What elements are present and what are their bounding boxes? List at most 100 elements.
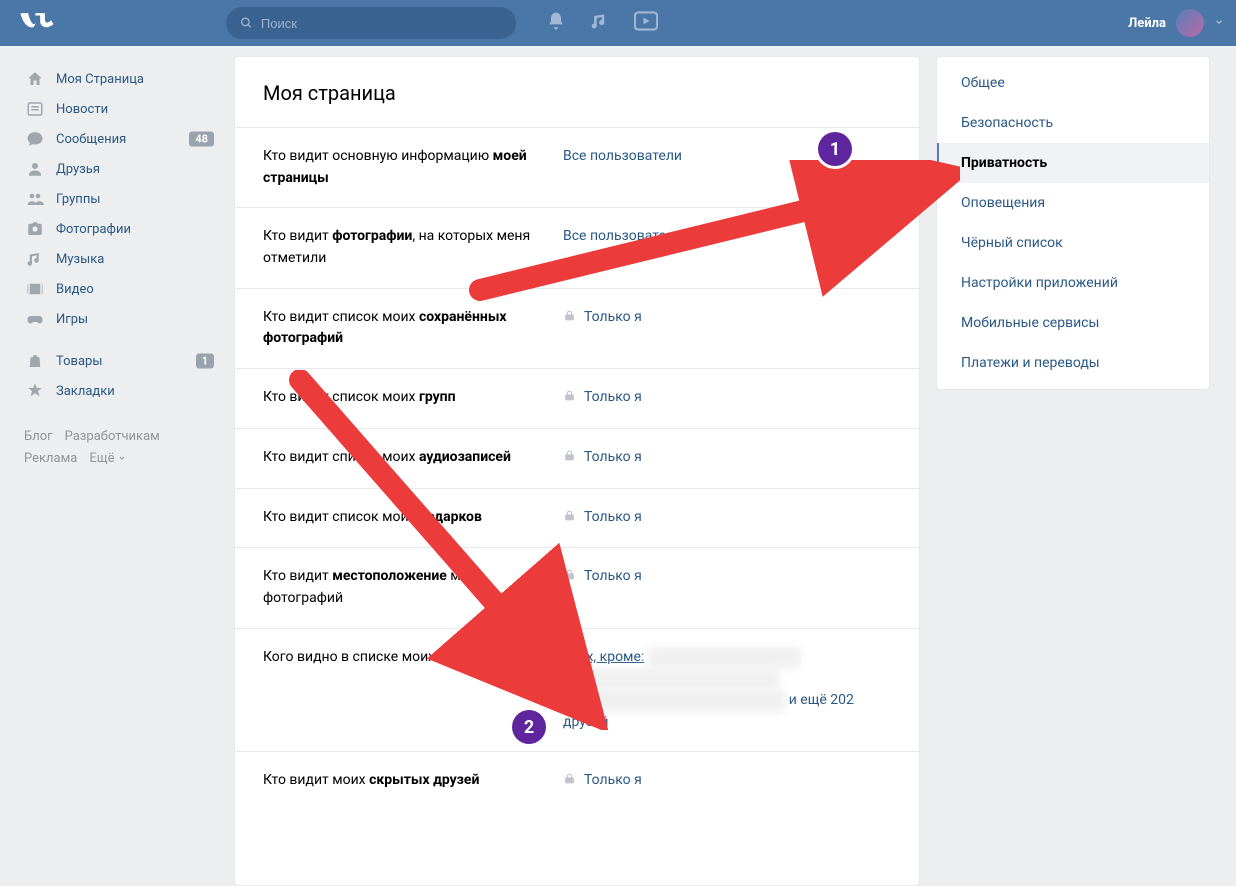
footer-blog[interactable]: Блог xyxy=(24,429,53,444)
privacy-value[interactable]: Только я xyxy=(563,770,891,793)
bookmarks-icon xyxy=(24,380,46,402)
privacy-value-text: Только я xyxy=(584,307,642,329)
vk-logo[interactable] xyxy=(18,10,56,36)
video-icon xyxy=(24,278,46,300)
lock-icon xyxy=(563,508,576,530)
footer-dev[interactable]: Разработчикам xyxy=(65,429,160,444)
settings-tab-2[interactable]: Приватность xyxy=(937,143,1209,183)
privacy-value-text: Только я xyxy=(584,387,642,409)
privacy-value[interactable]: Все пользователи xyxy=(563,146,891,168)
nav-badge: 48 xyxy=(189,132,214,147)
privacy-label: Кто видит моих скрытых друзей xyxy=(263,770,563,792)
settings-tab-6[interactable]: Мобильные сервисы xyxy=(937,303,1209,343)
search-input[interactable] xyxy=(261,16,502,31)
avatar xyxy=(1176,9,1204,37)
left-nav: Моя Страница Новости Сообщения 48 Друзья… xyxy=(18,56,218,470)
nav-home[interactable]: Моя Страница xyxy=(18,64,218,94)
goods-icon xyxy=(24,350,46,372)
privacy-label: Кого видно в списке моих друзей и подпис… xyxy=(263,647,563,669)
privacy-row-friends: Кого видно в списке моих друзей и подпис… xyxy=(235,629,919,753)
search-icon xyxy=(240,16,253,30)
news-icon xyxy=(24,98,46,120)
redacted-names: xxxxxxxxxxxxxxxxxxxxxxxxxxxxxxxx xyxy=(563,690,785,712)
nav-label: Друзья xyxy=(56,162,100,177)
nav-music[interactable]: Музыка xyxy=(18,244,218,274)
privacy-row: Кто видит список моих групп Только я xyxy=(235,369,919,429)
privacy-row: Кто видит фотографии, на которых меня от… xyxy=(235,208,919,288)
footer-links: Блог Разработчикам Реклама Ещё xyxy=(18,426,218,470)
messages-icon xyxy=(24,128,46,150)
privacy-value[interactable]: Только я xyxy=(563,307,891,330)
privacy-value[interactable]: Только я xyxy=(563,566,891,589)
privacy-label: Кто видит список моих сохранённых фотогр… xyxy=(263,307,563,350)
settings-tab-0[interactable]: Общее xyxy=(937,63,1209,103)
search-box[interactable] xyxy=(226,7,516,39)
privacy-value-text: Все пользователи xyxy=(563,226,682,248)
nav-label: Моя Страница xyxy=(56,72,144,87)
privacy-row-hidden: Кто видит моих скрытых друзей Только я xyxy=(235,752,919,811)
settings-tab-7[interactable]: Платежи и переводы xyxy=(937,343,1209,383)
notifications-icon[interactable] xyxy=(546,11,566,35)
nav-label: Группы xyxy=(56,192,100,207)
footer-more[interactable]: Ещё xyxy=(89,451,125,466)
privacy-row: Кто видит список моих сохранённых фотогр… xyxy=(235,289,919,369)
groups-icon xyxy=(24,188,46,210)
photos-icon xyxy=(24,218,46,240)
privacy-label: Кто видит список моих групп xyxy=(263,387,563,409)
privacy-value-prefix: Всех, кроме: xyxy=(563,649,644,665)
lock-icon xyxy=(563,567,576,589)
nav-label: Видео xyxy=(56,282,94,297)
lock-icon xyxy=(563,771,576,793)
settings-content: Моя страница Кто видит основную информац… xyxy=(234,56,920,886)
privacy-value[interactable]: Всех, кроме: xxxxxxx xxxxxxx xxxxxxx Брю… xyxy=(563,647,891,734)
privacy-value-text: Только я xyxy=(584,770,642,792)
music-icon xyxy=(24,248,46,270)
friends-icon xyxy=(24,158,46,180)
nav-news[interactable]: Новости xyxy=(18,94,218,124)
footer-ads[interactable]: Реклама xyxy=(24,451,77,466)
nav-video[interactable]: Видео xyxy=(18,274,218,304)
privacy-value-text: Все пользователи xyxy=(563,146,682,168)
privacy-value[interactable]: Только я xyxy=(563,447,891,470)
username: Лейла xyxy=(1128,16,1166,31)
topbar: Лейла xyxy=(0,0,1236,46)
nav-label: Фотографии xyxy=(56,222,131,237)
nav-label: Новости xyxy=(56,102,108,117)
nav-bookmarks[interactable]: Закладки xyxy=(18,376,218,406)
settings-tab-4[interactable]: Чёрный список xyxy=(937,223,1209,263)
privacy-value-text: Только я xyxy=(584,566,642,588)
settings-tab-5[interactable]: Настройки приложений xyxy=(937,263,1209,303)
music-icon[interactable] xyxy=(590,11,610,35)
privacy-label: Кто видит фотографии, на которых меня от… xyxy=(263,226,563,269)
nav-label: Сообщения xyxy=(56,132,126,147)
nav-goods[interactable]: Товары 1 xyxy=(18,346,218,376)
redacted-names: Брюхова, Мxxxxxxxxxxxxxxxxxxxx xyxy=(563,668,779,690)
nav-games[interactable]: Игры xyxy=(18,304,218,334)
settings-tab-1[interactable]: Безопасность xyxy=(937,103,1209,143)
privacy-label: Кто видит местоположение моих фотографий xyxy=(263,566,563,609)
chevron-down-icon xyxy=(1214,16,1224,31)
privacy-value[interactable]: Все пользователи xyxy=(563,226,891,248)
lock-icon xyxy=(563,308,576,330)
privacy-label: Кто видит список моих аудиозаписей xyxy=(263,447,563,469)
nav-messages[interactable]: Сообщения 48 xyxy=(18,124,218,154)
redacted-names: xxxxxxx xxxxxxx xxxxxxx xyxy=(648,647,801,669)
games-icon xyxy=(24,308,46,330)
settings-tab-3[interactable]: Оповещения xyxy=(937,183,1209,223)
lock-icon xyxy=(563,388,576,410)
video-icon[interactable] xyxy=(634,11,658,35)
privacy-row: Кто видит местоположение моих фотографий… xyxy=(235,548,919,628)
nav-label: Музыка xyxy=(56,252,104,267)
privacy-label: Кто видит основную информацию моей стран… xyxy=(263,146,563,189)
user-menu[interactable]: Лейла xyxy=(1128,9,1224,37)
nav-photos[interactable]: Фотографии xyxy=(18,214,218,244)
lock-icon xyxy=(563,448,576,470)
privacy-value[interactable]: Только я xyxy=(563,507,891,530)
privacy-value[interactable]: Только я xyxy=(563,387,891,410)
privacy-row: Кто видит основную информацию моей стран… xyxy=(235,128,919,208)
nav-groups[interactable]: Группы xyxy=(18,184,218,214)
page-title: Моя страница xyxy=(235,57,919,128)
home-icon xyxy=(24,68,46,90)
privacy-row: Кто видит список моих подарков Только я xyxy=(235,489,919,549)
nav-friends[interactable]: Друзья xyxy=(18,154,218,184)
